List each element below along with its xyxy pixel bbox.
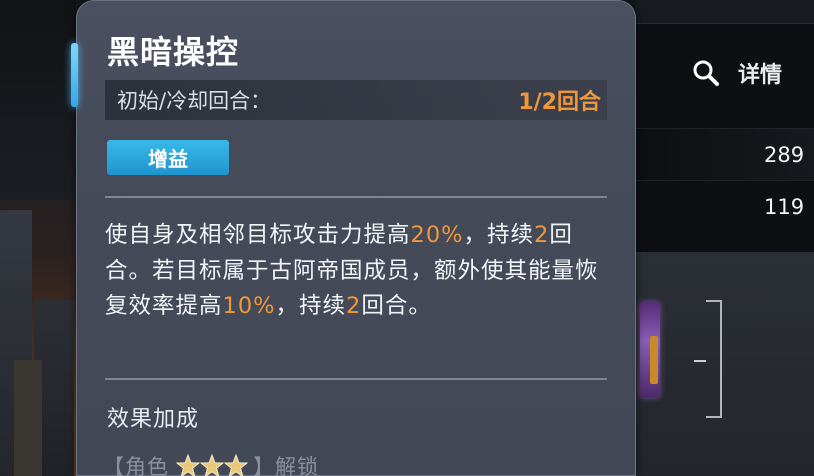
unlock-suffix: 】解锁 [253,455,319,476]
desc-highlight: 20% [410,222,464,248]
desc-text: ，持续 [275,293,347,319]
stat-value: 119 [764,194,805,219]
star-rating [175,453,249,476]
star-icon [199,453,225,476]
equipment-slot-area [636,252,814,476]
stat-value: 289 [764,142,805,167]
gem-accent [650,336,658,384]
desc-text: ，持续 [463,222,535,248]
character-info-panel: 详情 289 119 [636,0,814,476]
divider [105,196,607,198]
cooldown-bar: 初始/冷却回合： 1/2回合 [105,80,607,120]
buff-tag: 增益 [107,140,229,175]
desc-text: 使自身及相邻目标攻击力提高 [105,222,411,248]
skill-tooltip-card: 黑暗操控 初始/冷却回合： 1/2回合 增益 使自身及相邻目标攻击力提高20%，… [71,0,636,476]
cooldown-value: 1/2回合 [518,90,601,115]
desc-text: 回合。 [361,293,432,319]
desc-highlight: 2 [534,222,550,248]
slot-bracket [706,300,722,418]
slot-dash [694,360,706,362]
skill-title: 黑暗操控 [107,33,240,71]
stat-row: 289 [636,128,814,180]
details-label: 详情 [738,63,783,88]
search-icon [693,60,719,86]
desc-highlight: 10% [222,293,276,319]
star-icon [175,453,201,476]
stat-row: 119 [636,180,814,232]
card-accent-bar [71,43,78,107]
details-button[interactable]: 详情 [692,52,782,94]
skill-description: 使自身及相邻目标攻击力提高20%，持续2回合。若目标属于古阿帝国成员，额外使其能… [105,218,615,325]
panel-top-border [636,0,814,24]
background-building [14,360,42,476]
divider [105,378,607,380]
unlock-prefix: 【角色 [103,455,169,476]
cooldown-label: 初始/冷却回合： [117,89,272,113]
desc-highlight: 2 [346,293,362,319]
star-icon [223,453,249,476]
background-sky [0,0,76,200]
bonus-title: 效果加成 [107,407,200,432]
unlock-requirement: 【角色 】解锁 [103,449,319,476]
